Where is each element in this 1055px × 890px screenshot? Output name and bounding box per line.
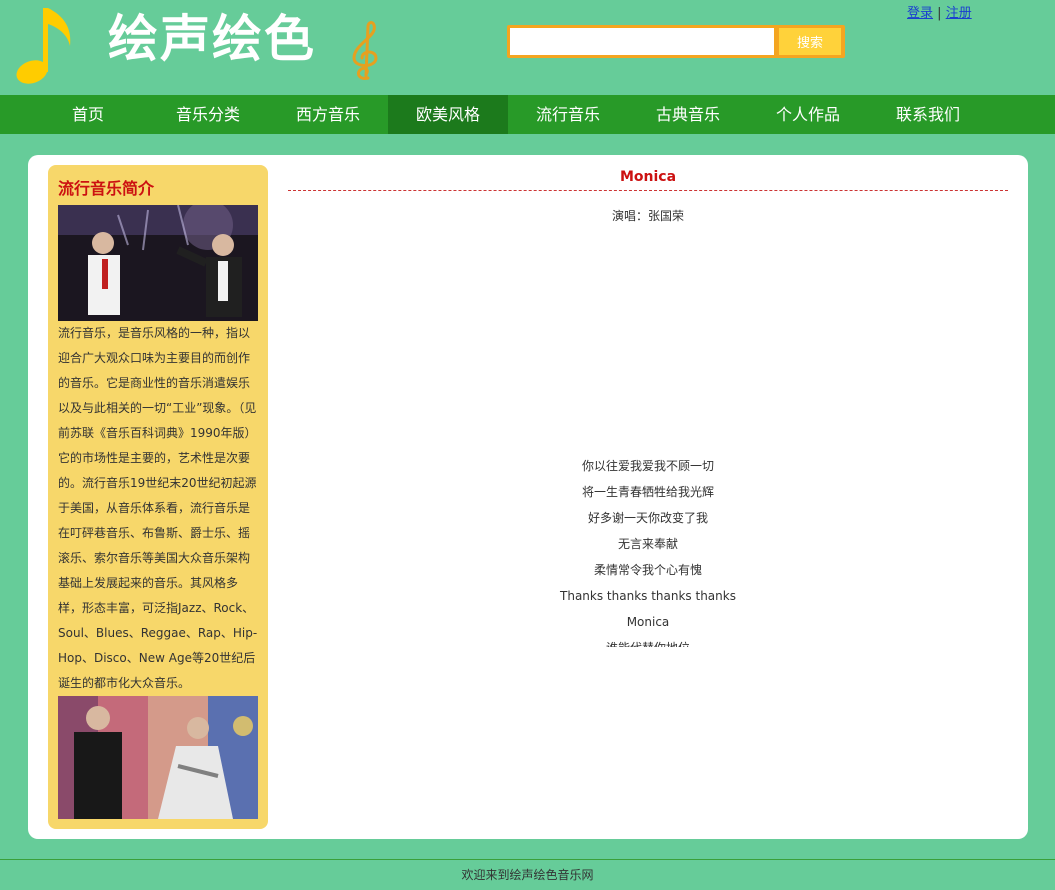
search-bar: 搜索 <box>507 25 845 58</box>
lyric-line: 好多谢一天你改变了我 <box>587 511 708 525</box>
lyric-line: 将一生青春牺牲给我光辉 <box>581 485 714 499</box>
title-divider <box>288 190 1008 191</box>
footer-text: 欢迎来到绘声绘色音乐网 <box>461 868 594 882</box>
nav-item-contact-us[interactable]: 联系我们 <box>868 95 988 134</box>
nav-item-euro-american-style[interactable]: 欧美风格 <box>388 95 508 134</box>
lyric-line: 你以往爱我爱我不顾一切 <box>581 459 714 473</box>
content-panel: 流行音乐简介 流行音乐，是音乐风格的一种，指以迎合广大观众口味为主要目的而创作的… <box>28 155 1028 839</box>
search-input[interactable] <box>510 28 774 55</box>
lyric-line: 谁能代替你地位 <box>288 635 1008 647</box>
sidebar: 流行音乐简介 流行音乐，是音乐风格的一种，指以迎合广大观众口味为主要目的而创作的… <box>48 165 268 829</box>
song-detail: Monica 演唱：张国荣 你以往爱我爱我不顾一切 将一生青春牺牲给我光辉 好多… <box>288 165 1008 647</box>
register-link[interactable]: 注册 <box>946 6 972 21</box>
song-singer: 演唱：张国荣 <box>611 209 684 223</box>
lyric-line: 无言来奉献 <box>617 537 678 551</box>
duet-photo <box>58 696 258 819</box>
nav-item-pop-music[interactable]: 流行音乐 <box>508 95 628 134</box>
sidebar-title: 流行音乐简介 <box>58 179 155 198</box>
song-title: Monica <box>619 169 677 185</box>
footer-divider <box>0 859 1055 860</box>
lyrics-scroll-area[interactable]: 你以往爱我爱我不顾一切 将一生青春牺牲给我光辉 好多谢一天你改变了我 无言来奉献… <box>288 453 1008 647</box>
lyric-line: 柔情常令我个心有愧 <box>593 563 702 577</box>
performers-photo <box>58 205 258 321</box>
sidebar-description: 流行音乐，是音乐风格的一种，指以迎合广大观众口味为主要目的而创作的音乐。它是商业… <box>58 326 258 690</box>
auth-links: 登录 | 注册 <box>907 2 972 21</box>
nav-item-western-music[interactable]: 西方音乐 <box>268 95 388 134</box>
nav-item-personal-works[interactable]: 个人作品 <box>748 95 868 134</box>
login-link[interactable]: 登录 <box>907 6 933 21</box>
lyric-line: Monica <box>626 615 670 629</box>
main-nav: 首页 音乐分类 西方音乐 欧美风格 流行音乐 古典音乐 个人作品 联系我们 <box>0 95 1055 134</box>
nav-item-home[interactable]: 首页 <box>28 95 148 134</box>
auth-separator: | <box>937 6 942 21</box>
header: 绘声绘色 搜索 登录 | 注册 <box>0 0 1055 95</box>
search-button[interactable]: 搜索 <box>779 28 841 55</box>
site-logo[interactable]: 绘声绘色 <box>108 14 316 64</box>
treble-clef-icon <box>352 21 378 80</box>
music-note-icon <box>16 8 71 84</box>
nav-item-classical-music[interactable]: 古典音乐 <box>628 95 748 134</box>
lyric-line: Thanks thanks thanks thanks <box>560 589 736 603</box>
nav-item-music-categories[interactable]: 音乐分类 <box>148 95 268 134</box>
